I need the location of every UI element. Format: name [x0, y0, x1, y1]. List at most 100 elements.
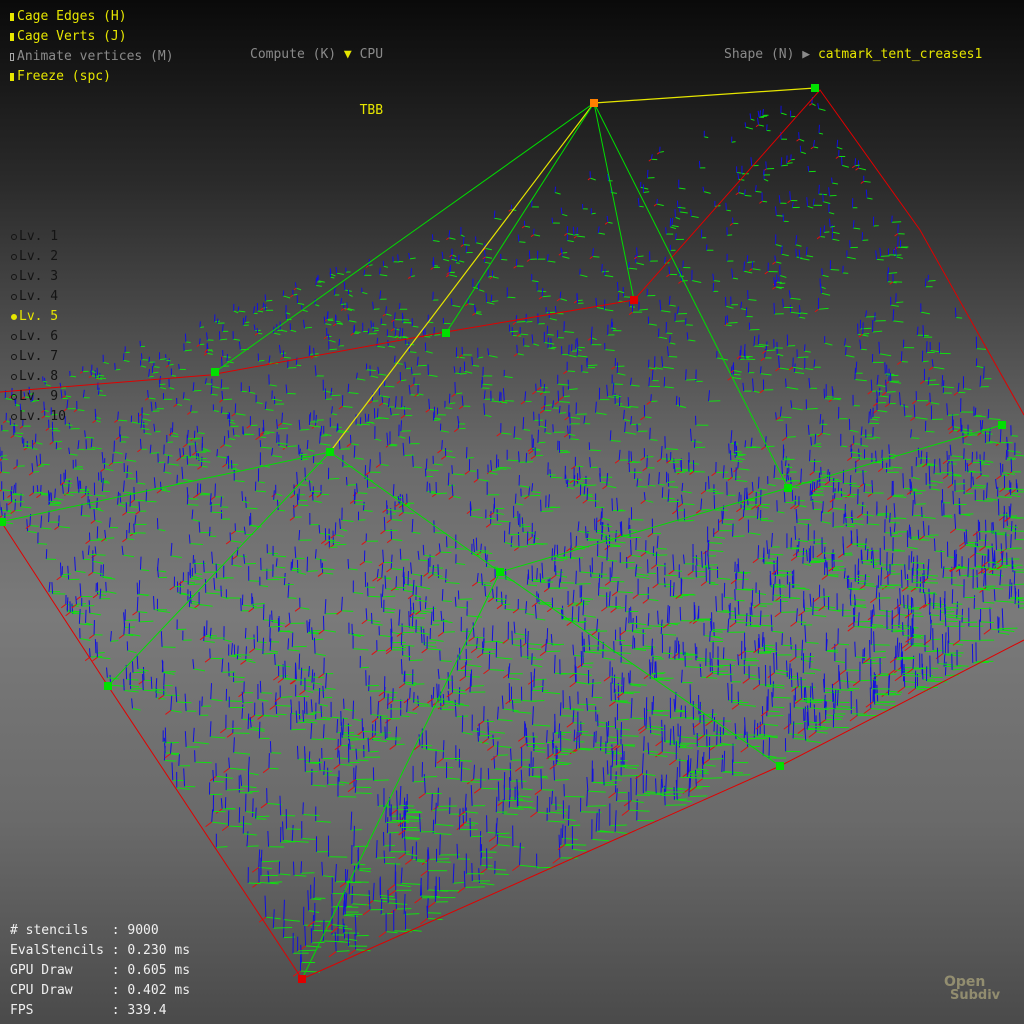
- normal-tick: [628, 672, 630, 684]
- binormal-tick: [75, 596, 82, 601]
- tangent-tick: [360, 666, 369, 669]
- normal-tick: [589, 457, 591, 468]
- binormal-tick: [299, 690, 306, 695]
- tangent-tick: [532, 536, 540, 540]
- normal-tick: [347, 558, 350, 569]
- tangent-tick: [348, 392, 359, 395]
- tangent-tick: [485, 595, 494, 598]
- tangent-tick: [348, 294, 353, 297]
- tangent-tick: [226, 700, 243, 703]
- tangent-tick: [791, 407, 803, 411]
- normal-tick: [781, 245, 783, 255]
- normal-tick: [216, 449, 219, 457]
- tangent-tick: [384, 862, 401, 865]
- tangent-tick: [796, 621, 807, 623]
- tangent-tick: [862, 332, 870, 335]
- binormal-tick: [764, 271, 769, 275]
- normal-tick: [450, 298, 453, 306]
- normal-tick: [862, 470, 864, 485]
- normal-tick: [752, 378, 754, 392]
- binormal-tick: [122, 511, 127, 516]
- binormal-tick: [608, 701, 616, 707]
- binormal-tick: [277, 678, 284, 683]
- normal-tick: [136, 596, 139, 612]
- binormal-tick: [787, 200, 791, 204]
- tangent-tick: [482, 383, 493, 386]
- normal-tick: [225, 456, 228, 465]
- tangent-tick: [62, 573, 72, 576]
- binormal-tick: [254, 332, 258, 336]
- normal-tick: [708, 390, 711, 402]
- normal-tick: [785, 378, 787, 388]
- normal-tick: [204, 378, 207, 384]
- tangent-tick: [840, 445, 848, 448]
- normal-tick: [372, 882, 375, 901]
- binormal-tick: [90, 519, 96, 524]
- binormal-tick: [976, 474, 982, 480]
- normal-tick: [371, 392, 374, 402]
- normal-tick: [893, 521, 896, 533]
- normal-tick: [859, 339, 862, 350]
- tangent-tick: [677, 206, 686, 209]
- binormal-tick: [390, 328, 395, 332]
- normal-tick: [746, 255, 749, 263]
- tangent-tick: [486, 301, 495, 305]
- normal-tick: [552, 732, 555, 749]
- tangent-tick: [235, 530, 245, 533]
- tangent-tick: [58, 526, 71, 529]
- normal-tick: [572, 708, 575, 723]
- normal-tick: [688, 777, 691, 797]
- tangent-tick: [762, 200, 768, 203]
- tangent-tick: [401, 644, 415, 647]
- tangent-tick: [272, 576, 286, 579]
- tangent-tick: [107, 677, 120, 680]
- normal-tick: [624, 421, 626, 433]
- tangent-tick: [210, 736, 226, 739]
- binormal-tick: [534, 789, 542, 795]
- tangent-tick: [373, 779, 389, 782]
- normal-tick: [100, 471, 102, 483]
- normal-tick: [342, 900, 345, 916]
- normal-tick: [94, 370, 97, 379]
- normal-tick: [54, 488, 56, 499]
- tangent-tick: [249, 391, 256, 395]
- tangent-tick: [652, 672, 666, 674]
- tangent-tick: [976, 365, 984, 369]
- tangent-tick: [33, 491, 43, 494]
- normal-tick: [666, 605, 669, 623]
- normal-tick: [869, 687, 872, 709]
- normal-tick: [345, 892, 348, 908]
- tangent-tick: [194, 437, 201, 440]
- binormal-tick: [590, 630, 598, 636]
- normal-tick: [548, 494, 550, 508]
- normal-tick: [135, 470, 138, 483]
- tangent-tick: [521, 495, 529, 497]
- normal-tick: [157, 567, 159, 578]
- binormal-tick: [672, 653, 679, 659]
- tangent-tick: [412, 325, 419, 328]
- tangent-tick: [666, 481, 675, 484]
- tangent-tick: [234, 480, 245, 483]
- normal-tick: [209, 721, 212, 737]
- tangent-tick: [366, 619, 381, 623]
- tangent-tick: [502, 813, 518, 816]
- tangent-tick: [195, 572, 203, 575]
- tangent-tick: [598, 232, 605, 235]
- normal-tick: [775, 412, 777, 421]
- subdivision-viewport[interactable]: [0, 0, 1024, 1024]
- normal-tick: [504, 594, 507, 610]
- normal-tick: [531, 334, 534, 344]
- tangent-tick: [563, 395, 570, 398]
- normal-tick: [296, 471, 298, 485]
- binormal-tick: [526, 258, 531, 262]
- binormal-tick: [359, 561, 365, 566]
- binormal-tick: [248, 607, 254, 613]
- tangent-tick: [366, 369, 377, 372]
- tangent-tick: [796, 522, 812, 526]
- tangent-tick: [423, 554, 435, 558]
- tangent-tick: [777, 353, 784, 357]
- tangent-tick: [522, 788, 533, 791]
- normal-tick: [186, 455, 189, 465]
- normal-tick: [318, 687, 321, 705]
- tangent-tick: [912, 476, 920, 480]
